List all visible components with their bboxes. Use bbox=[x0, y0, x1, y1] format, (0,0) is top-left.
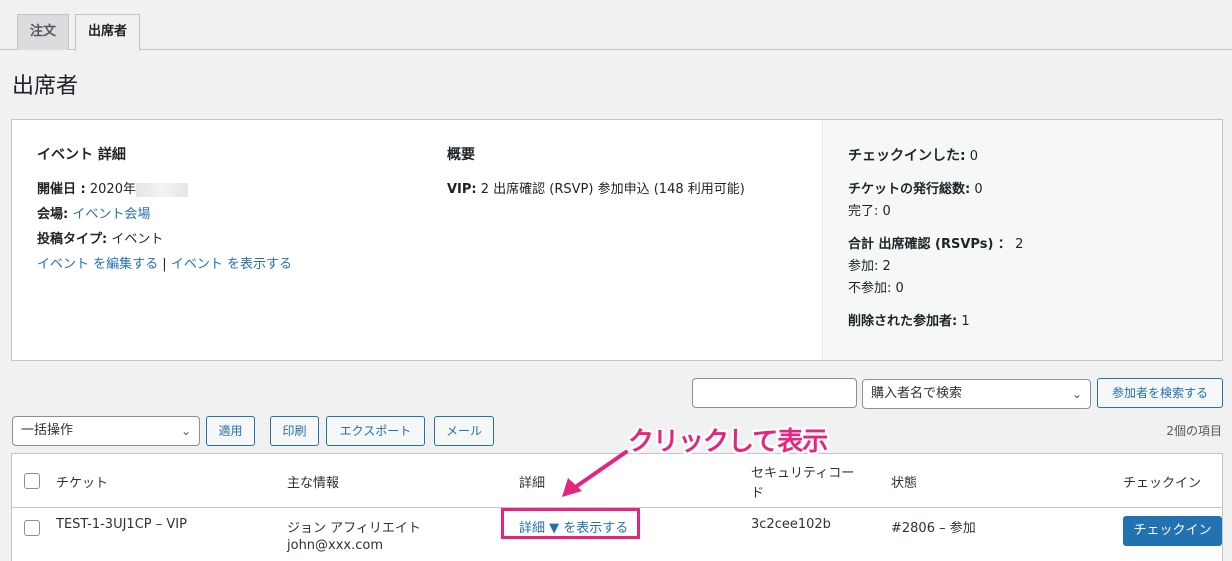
checkin-button[interactable]: チェックイン bbox=[1123, 516, 1222, 546]
print-button[interactable]: 印刷 bbox=[270, 416, 319, 446]
overview-line-label: VIP: bbox=[447, 182, 477, 197]
search-attendees-button[interactable]: 参加者を検索する bbox=[1097, 378, 1223, 408]
column-status[interactable]: 状態 bbox=[891, 472, 917, 491]
chevron-down-icon: ⌄ bbox=[1071, 387, 1082, 401]
event-date: 開催日 : 2020年 bbox=[37, 178, 188, 197]
event-venue-link[interactable]: イベント会場 bbox=[72, 207, 150, 222]
row-checkbox[interactable] bbox=[24, 520, 40, 536]
stat-issued-label: チケットの発行総数: bbox=[848, 182, 971, 197]
annotation-arrow-icon bbox=[562, 450, 628, 497]
apply-button[interactable]: 適用 bbox=[206, 416, 255, 446]
link-separator: | bbox=[162, 257, 167, 272]
redacted-blur bbox=[135, 182, 188, 197]
select-all-checkbox[interactable] bbox=[24, 473, 40, 489]
stat-not-going: 不参加: 0 bbox=[848, 281, 904, 296]
order-status[interactable]: #2806 – 参加 bbox=[891, 517, 976, 536]
chevron-down-icon: ⌄ bbox=[180, 424, 191, 438]
overview-line: VIP: 2 出席確認 (RSVP) 参加申込 (148 利用可能) bbox=[447, 178, 745, 197]
event-links: イベント を編集する | イベント を表示する bbox=[37, 253, 292, 272]
column-primary-info[interactable]: 主な情報 bbox=[287, 472, 339, 491]
column-details: 詳細 bbox=[519, 476, 546, 491]
search-type-select[interactable]: 購入者名で検索 ⌄ bbox=[862, 379, 1091, 409]
stat-issued-value: 0 bbox=[974, 182, 983, 197]
stat-checked-in: チェックインした: 0 bbox=[848, 145, 978, 165]
view-event-link[interactable]: イベント を表示する bbox=[171, 257, 292, 272]
stat-checked-in-label: チェックインした: bbox=[848, 148, 966, 164]
stat-rsvp-total-value: 2 bbox=[1015, 237, 1024, 252]
bulk-actions-value: 一括操作 bbox=[21, 423, 74, 438]
column-ticket[interactable]: チケット bbox=[56, 472, 108, 491]
tab-orders[interactable]: 注文 bbox=[17, 14, 69, 50]
stat-deleted-label: 削除された参加者: bbox=[848, 314, 958, 329]
event-venue-label: 会場: bbox=[37, 207, 69, 222]
highlight-box bbox=[501, 508, 640, 539]
attendee-name: ジョン アフィリエイト bbox=[287, 521, 421, 536]
edit-event-link[interactable]: イベント を編集する bbox=[37, 257, 158, 272]
tab-attendees[interactable]: 出席者 bbox=[75, 14, 140, 51]
stat-rsvp-total-label: 合計 出席確認 (RSVPs) ： bbox=[848, 237, 1011, 252]
export-button[interactable]: エクスポート bbox=[326, 416, 425, 446]
bulk-actions-select[interactable]: 一括操作 ⌄ bbox=[12, 416, 200, 446]
stat-rsvp-total: 合計 出席確認 (RSVPs) ： 2 bbox=[848, 233, 1023, 252]
overview-title: 概要 bbox=[447, 147, 475, 163]
event-date-value: 2020年 bbox=[89, 182, 136, 197]
event-summary-panel: イベント 詳細 開催日 : 2020年 会場: イベント会場 投稿タイプ: イベ… bbox=[11, 119, 1223, 361]
attendee-search-input[interactable] bbox=[692, 378, 857, 408]
attendance-stats: チェックインした: 0 チケットの発行総数: 0 完了: 0 合計 出席確認 (… bbox=[822, 120, 1222, 360]
event-post-type-value: イベント bbox=[111, 232, 164, 247]
event-post-type-label: 投稿タイプ: bbox=[37, 232, 108, 247]
stat-checked-in-value: 0 bbox=[969, 149, 979, 164]
ticket-cell: TEST-1-3UJ1CP – VIP bbox=[56, 517, 187, 532]
search-type-value: 購入者名で検索 bbox=[871, 386, 963, 401]
event-venue: 会場: イベント会場 bbox=[37, 203, 150, 222]
column-checkin: チェックイン bbox=[1123, 476, 1202, 491]
stat-issued: チケットの発行総数: 0 bbox=[848, 178, 983, 197]
column-security-code-wrap: ド bbox=[751, 486, 765, 501]
annotation-label: クリックして表示 bbox=[628, 427, 828, 457]
stat-completed: 完了: 0 bbox=[848, 204, 891, 219]
stat-going: 参加: 2 bbox=[848, 259, 891, 274]
page-title: 出席者 bbox=[12, 74, 79, 99]
email-button[interactable]: メール bbox=[434, 416, 494, 446]
overview-line-value: 2 出席確認 (RSVP) 参加申込 (148 利用可能) bbox=[480, 182, 745, 197]
column-security-code[interactable]: セキュリティコー bbox=[751, 462, 854, 481]
stat-deleted-value: 1 bbox=[961, 314, 970, 329]
item-count: 2個の項目 bbox=[1166, 424, 1222, 438]
stat-deleted: 削除された参加者: 1 bbox=[848, 310, 970, 329]
event-post-type: 投稿タイプ: イベント bbox=[37, 228, 163, 247]
event-date-label: 開催日 : bbox=[37, 182, 86, 197]
event-details-title: イベント 詳細 bbox=[37, 147, 126, 163]
attendee-email: john@xxx.com bbox=[287, 538, 384, 553]
tab-bar: 注文 出席者 bbox=[0, 14, 1232, 51]
security-code: 3c2cee102b bbox=[751, 517, 831, 532]
